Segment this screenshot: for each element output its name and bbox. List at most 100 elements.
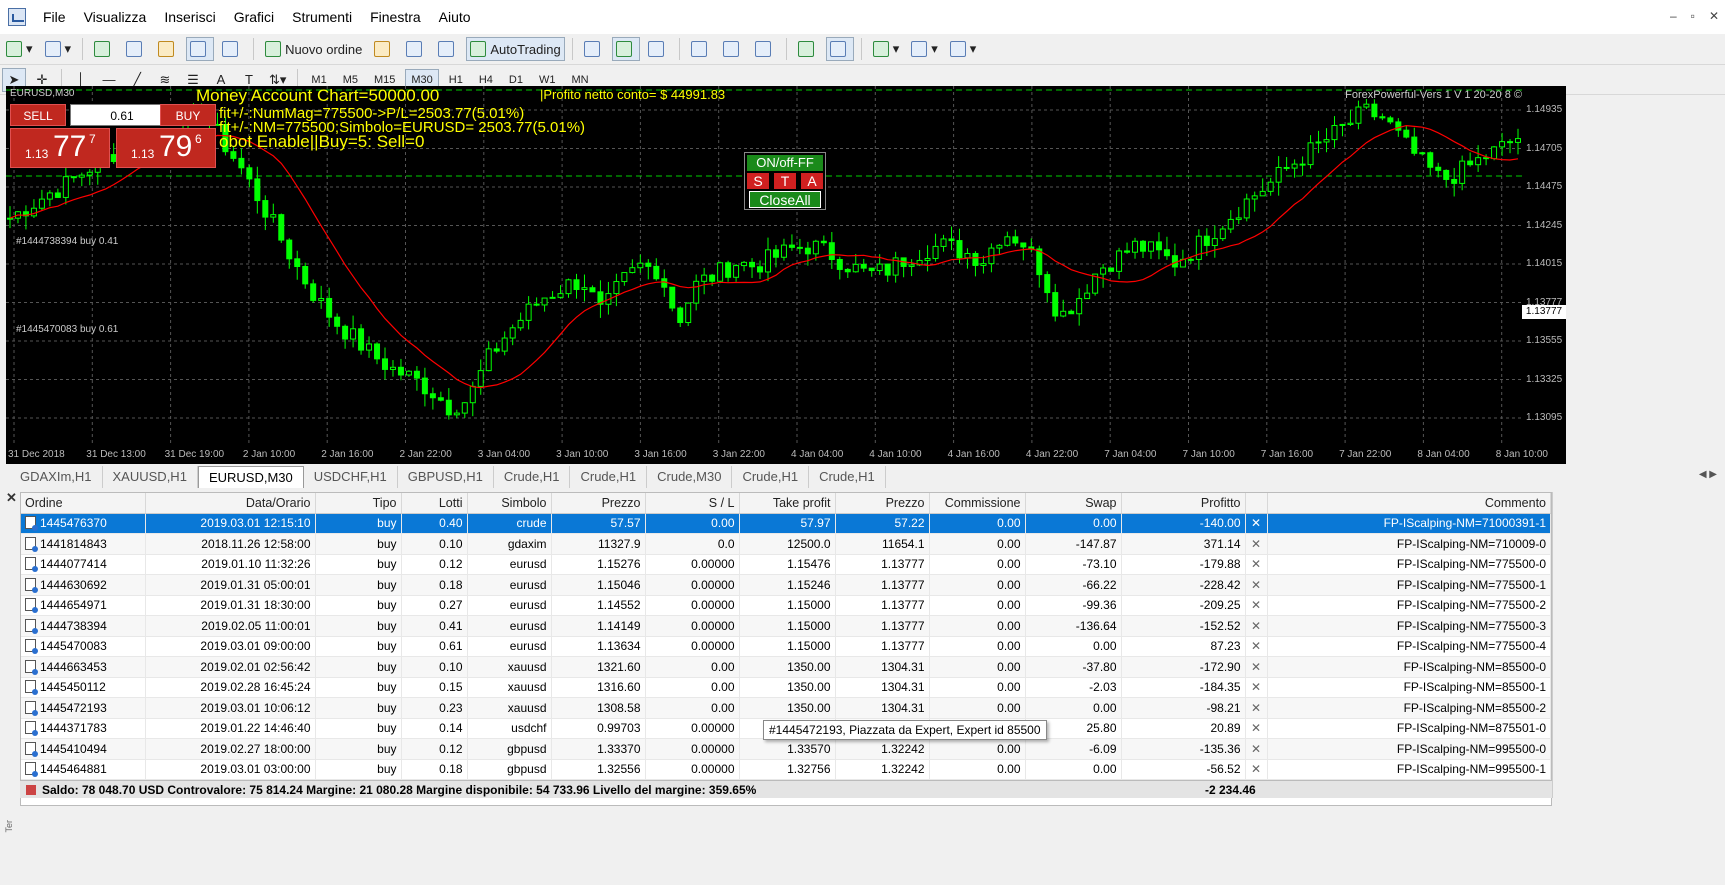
table-row[interactable]: 1445470083 2019.03.01 09:00:00 buy 0.61 euru… xyxy=(21,636,1551,657)
table-row[interactable]: 1445450112 2019.02.28 16:45:24 buy 0.15 xauu… xyxy=(21,677,1551,698)
metaeditor-button[interactable] xyxy=(370,37,398,61)
tab-scroll-arrows[interactable]: ◀ ▶ xyxy=(1699,469,1717,480)
column-header[interactable]: Prezzo xyxy=(551,493,646,514)
line-chart-button[interactable] xyxy=(644,37,672,61)
menu-insert[interactable]: Inserisci xyxy=(155,0,224,34)
sell-button[interactable]: SELL xyxy=(10,104,66,126)
close-order-icon[interactable]: ✕ xyxy=(1245,759,1268,780)
buy-button[interactable]: BUY xyxy=(160,104,216,126)
column-header[interactable]: Take profit xyxy=(739,493,836,514)
close-order-icon[interactable]: ✕ xyxy=(1245,636,1268,657)
close-order-icon[interactable]: ✕ xyxy=(1245,697,1268,719)
a-button[interactable]: A xyxy=(801,173,823,189)
time-tick-label: 8 Jan 10:00 xyxy=(1495,449,1548,460)
table-row[interactable]: 1444738394 2019.02.05 11:00:01 buy 0.41 euru… xyxy=(21,615,1551,637)
lot-size-input[interactable]: 0.61 xyxy=(70,104,174,126)
close-order-icon[interactable]: ✕ xyxy=(1245,554,1268,575)
strategy-tester-button[interactable] xyxy=(218,37,246,61)
table-row[interactable]: 1441814843 2018.11.26 12:58:00 buy 0.10 gdax… xyxy=(21,533,1551,555)
column-header[interactable]: Swap xyxy=(1025,493,1122,514)
column-header[interactable]: Commissione xyxy=(929,493,1026,514)
data-window-button[interactable] xyxy=(122,37,150,61)
s-button[interactable]: S xyxy=(747,173,769,189)
column-header[interactable] xyxy=(1245,493,1268,514)
close-icon[interactable]: ✕ xyxy=(1709,9,1719,23)
close-order-icon[interactable]: ✕ xyxy=(1245,533,1268,555)
market-watch-button[interactable] xyxy=(90,37,118,61)
table-row[interactable]: 1445410494 2019.02.27 18:00:00 buy 0.12 gbpu… xyxy=(21,738,1551,760)
chart-tab[interactable]: Crude,H1 xyxy=(809,466,886,488)
menu-tools[interactable]: Strumenti xyxy=(283,0,361,34)
menu-help[interactable]: Aiuto xyxy=(430,0,480,34)
candle xyxy=(637,262,644,269)
terminal-close-icon[interactable]: ✕ xyxy=(6,490,17,506)
autotrading-button[interactable]: AutoTrading xyxy=(466,37,565,61)
new-chart-button[interactable]: ▾ xyxy=(2,37,37,61)
chart-tab[interactable]: Crude,H1 xyxy=(732,466,810,488)
chart-tab[interactable]: Crude,M30 xyxy=(647,466,733,488)
menu-view[interactable]: Visualizza xyxy=(75,0,156,34)
periods-button[interactable]: ▾ xyxy=(907,37,942,61)
column-header[interactable]: Tipo xyxy=(315,493,402,514)
table-row[interactable]: 1444663453 2019.02.01 02:56:42 buy 0.10 xauu… xyxy=(21,656,1551,678)
menu-window[interactable]: Finestra xyxy=(361,0,430,34)
close-order-icon[interactable]: ✕ xyxy=(1245,574,1268,596)
chart-tab[interactable]: Crude,H1 xyxy=(570,466,648,488)
chart-tab[interactable]: GDAXIm,H1 xyxy=(10,466,103,488)
close-all-button[interactable]: CloseAll xyxy=(749,191,821,208)
column-header[interactable]: Commento xyxy=(1267,493,1551,514)
bar-chart-button[interactable] xyxy=(580,37,608,61)
table-row[interactable]: 1444654971 2019.01.31 18:30:00 buy 0.27 euru… xyxy=(21,595,1551,616)
column-header[interactable]: Simbolo xyxy=(467,493,552,514)
zoom-out-button[interactable] xyxy=(719,37,747,61)
candlestick-button[interactable] xyxy=(611,37,640,61)
templates-button[interactable]: ▾ xyxy=(946,37,981,61)
indicators-button[interactable]: ▾ xyxy=(869,37,904,61)
t-button[interactable]: T xyxy=(774,173,796,189)
table-row[interactable]: 1445476370 2019.03.01 12:15:10 buy 0.40 crud… xyxy=(21,513,1551,534)
menu-file[interactable]: File xyxy=(34,0,75,34)
chart-tab[interactable]: EURUSD,M30 xyxy=(197,466,304,488)
chart-tab[interactable]: XAUUSD,H1 xyxy=(103,466,198,488)
zoom-in-button[interactable] xyxy=(687,37,715,61)
close-order-icon[interactable]: ✕ xyxy=(1245,677,1268,698)
new-order-button[interactable]: Nuovo ordine xyxy=(261,37,366,61)
column-header[interactable]: S / L xyxy=(645,493,740,514)
column-header[interactable]: Data/Orario xyxy=(145,493,316,514)
market-button[interactable] xyxy=(434,37,462,61)
close-order-icon[interactable]: ✕ xyxy=(1245,718,1268,739)
onoff-button[interactable]: ON/off-FF xyxy=(747,155,823,171)
terminal-button[interactable] xyxy=(186,37,215,61)
minimize-icon[interactable]: – xyxy=(1670,9,1677,23)
navigator-button[interactable] xyxy=(154,37,182,61)
menu-charts[interactable]: Grafici xyxy=(225,0,283,34)
chart-tab[interactable]: USDCHF,H1 xyxy=(304,466,398,488)
profiles-button[interactable]: ▾ xyxy=(41,37,76,61)
vertical-scrollbar[interactable] xyxy=(1552,492,1566,798)
close-order-icon[interactable]: ✕ xyxy=(1245,615,1268,637)
close-order-icon[interactable]: ✕ xyxy=(1245,656,1268,678)
close-order-icon[interactable]: ✕ xyxy=(1245,513,1268,534)
sell-price-button[interactable]: 1.13 77 7 xyxy=(10,128,110,168)
column-header[interactable]: Lotti xyxy=(401,493,468,514)
column-header[interactable]: Profitto xyxy=(1121,493,1246,514)
money-account-label: Money Account Chart=50000.00 xyxy=(196,86,440,105)
chart-tab[interactable]: Crude,H1 xyxy=(494,466,571,488)
chart-tab[interactable]: GBPUSD,H1 xyxy=(398,466,494,488)
restore-icon[interactable]: ▫ xyxy=(1691,9,1695,23)
chart-shift-button[interactable] xyxy=(825,37,854,61)
price-chart[interactable]: EURUSD,M30 ForexPowerful-Vers 1 V 1 20-2… xyxy=(6,86,1566,464)
buy-price-button[interactable]: 1.13 79 6 xyxy=(116,128,216,168)
table-row[interactable]: 1445464881 2019.03.01 03:00:00 buy 0.18 gbpu… xyxy=(21,759,1551,780)
table-row[interactable]: 1444630692 2019.01.31 05:00:01 buy 0.18 euru… xyxy=(21,574,1551,596)
auto-scroll-button[interactable] xyxy=(794,37,822,61)
close-order-icon[interactable]: ✕ xyxy=(1245,738,1268,760)
signals-button[interactable] xyxy=(402,37,430,61)
tile-windows-button[interactable] xyxy=(751,37,779,61)
table-row[interactable]: 1445472193 2019.03.01 10:06:12 buy 0.23 xauu… xyxy=(21,697,1551,719)
column-header[interactable]: Prezzo xyxy=(835,493,930,514)
column-header[interactable]: Ordine xyxy=(21,493,146,514)
table-row[interactable]: 1444077414 2019.01.10 11:32:26 buy 0.12 euru… xyxy=(21,554,1551,575)
close-order-icon[interactable]: ✕ xyxy=(1245,595,1268,616)
candle xyxy=(1467,160,1474,166)
